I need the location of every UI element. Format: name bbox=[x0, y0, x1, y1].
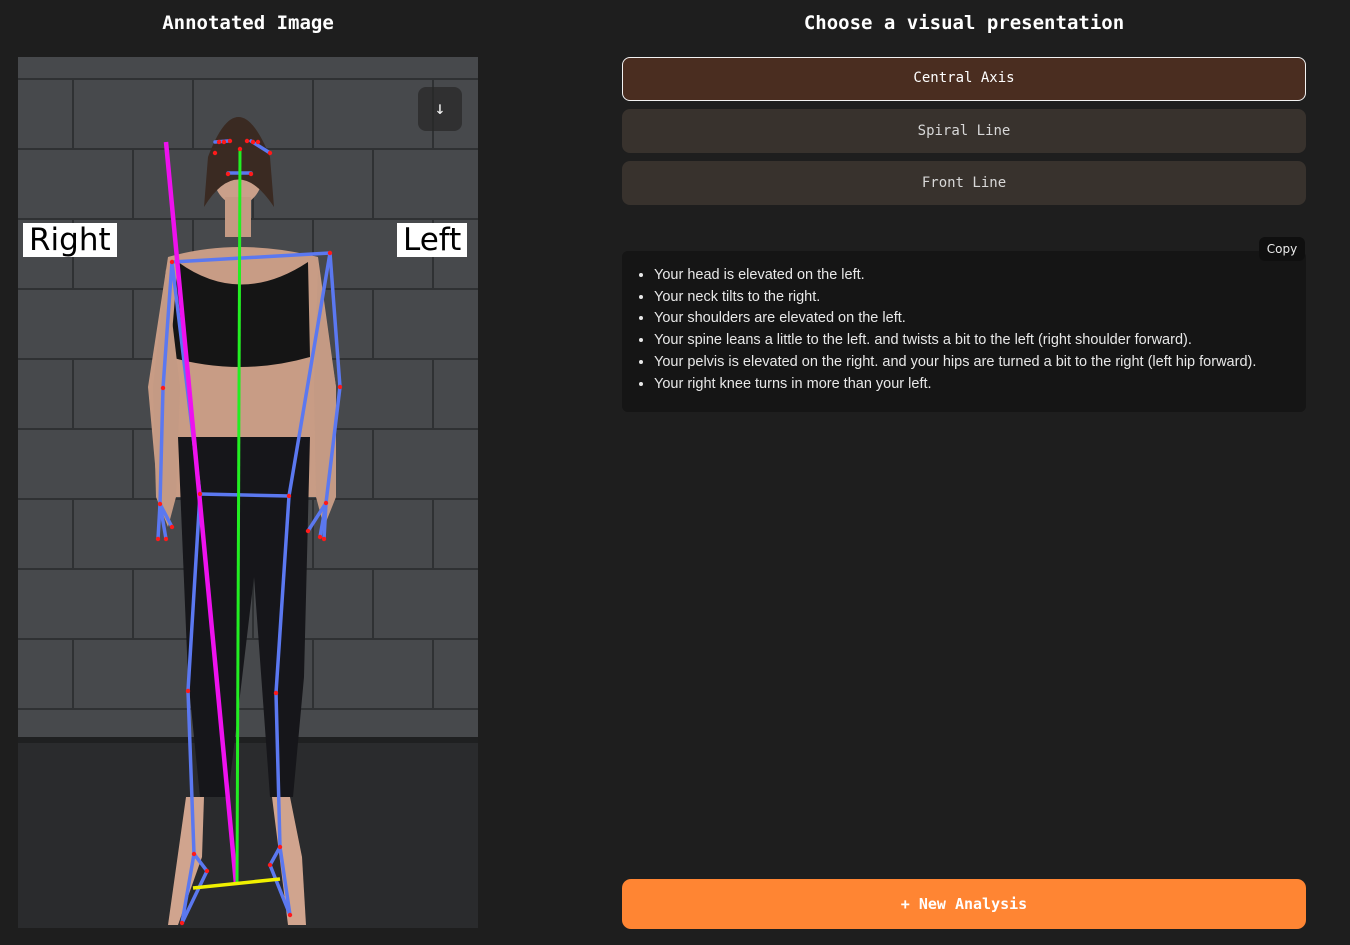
feedback-item: Your spine leans a little to the left. a… bbox=[654, 330, 1290, 352]
download-icon: ↓ bbox=[434, 98, 446, 119]
feedback-list: Your head is elevated on the left. Your … bbox=[638, 265, 1290, 395]
download-button[interactable]: ↓ bbox=[418, 87, 462, 131]
analysis-feedback: Your head is elevated on the left. Your … bbox=[622, 251, 1306, 412]
copy-button[interactable]: Copy bbox=[1259, 237, 1305, 261]
option-spiral-line[interactable]: Spiral Line bbox=[622, 109, 1306, 153]
option-central-axis[interactable]: Central Axis bbox=[622, 57, 1306, 101]
feedback-item: Your neck tilts to the right. bbox=[654, 287, 1290, 309]
feedback-item: Your head is elevated on the left. bbox=[654, 265, 1290, 287]
new-analysis-button[interactable]: + New Analysis bbox=[622, 879, 1306, 929]
floor-mat bbox=[18, 737, 478, 928]
annotated-image: Right Left ↓ bbox=[18, 57, 478, 928]
annotated-image-title: Annotated Image bbox=[162, 12, 334, 34]
option-front-line[interactable]: Front Line bbox=[622, 161, 1306, 205]
posture-photo bbox=[18, 57, 478, 928]
feedback-item: Your right knee turns in more than your … bbox=[654, 374, 1290, 396]
presentation-title: Choose a visual presentation bbox=[803, 12, 1125, 34]
feedback-item: Your shoulders are elevated on the left. bbox=[654, 308, 1290, 330]
feedback-item: Your pelvis is elevated on the right. an… bbox=[654, 352, 1290, 374]
left-side-label: Left bbox=[397, 223, 468, 257]
right-side-label: Right bbox=[23, 223, 117, 257]
